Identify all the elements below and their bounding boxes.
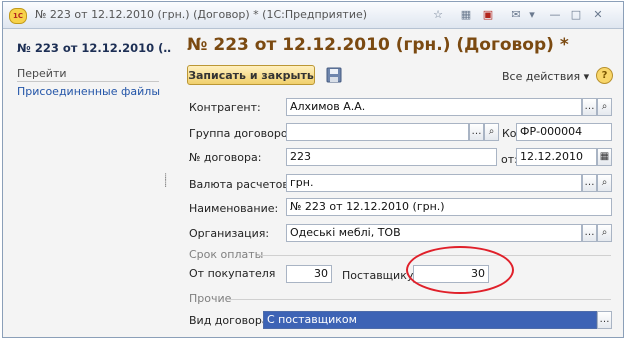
currency-field[interactable]: грн. (286, 174, 582, 192)
payment-term-section-title: Срок оплаты (189, 248, 264, 261)
currency-open-icon[interactable]: ⌕ (597, 174, 612, 192)
from-buyer-label: От покупателя (189, 267, 276, 280)
contract-group-field[interactable] (286, 123, 469, 141)
counterparty-select-icon[interactable]: … (582, 98, 597, 116)
contract-number-label: № договора: (189, 151, 262, 164)
help-icon[interactable]: ? (596, 67, 613, 84)
more-icon[interactable]: ▾ (525, 8, 539, 22)
sidebar-title: № 223 от 12.12.2010 (… (17, 41, 175, 55)
contract-number-field[interactable]: 223 (286, 148, 497, 166)
from-buyer-field[interactable]: 30 (286, 265, 332, 283)
maximize-icon[interactable]: □ (569, 8, 583, 22)
organization-label: Организация: (189, 227, 270, 240)
sidebar-item-attached-files[interactable]: Присоединенные файлы (17, 85, 160, 98)
minimize-icon[interactable]: — (548, 8, 562, 22)
date-field[interactable]: 12.12.2010 (516, 148, 597, 166)
contract-type-select-icon[interactable]: … (597, 311, 612, 329)
sidebar: № 223 от 12.12.2010 (… Перейти Присоедин… (3, 29, 175, 337)
calendar-picker-icon[interactable]: ▦ (597, 148, 612, 166)
calculator-icon[interactable]: ▦ (459, 8, 473, 22)
app-logo-icon: 1С (9, 8, 27, 24)
title-bar: 1С № 223 от 12.12.2010 (грн.) (Договор) … (3, 2, 623, 29)
other-section-title: Прочие (189, 292, 232, 305)
code-field[interactable]: ФР-000004 (516, 123, 612, 141)
currency-label: Валюта расчетов: (189, 178, 293, 191)
page-title: № 223 от 12.12.2010 (грн.) (Договор) * (187, 35, 569, 55)
contract-group-label: Группа договоров: (189, 127, 298, 140)
save-and-close-button[interactable]: Записать и закрыть (187, 65, 315, 85)
counterparty-label: Контрагент: (189, 101, 261, 114)
contract-type-field[interactable]: С поставщиком (263, 311, 597, 329)
counterparty-open-icon[interactable]: ⌕ (597, 98, 612, 116)
currency-select-icon[interactable]: … (582, 174, 597, 192)
highlight-circle-annotation (406, 246, 514, 294)
organization-select-icon[interactable]: … (582, 224, 597, 242)
counterparty-field[interactable]: Алхимов А.А. (286, 98, 582, 116)
divider (17, 81, 159, 82)
favorite-star-icon[interactable]: ☆ (431, 8, 445, 22)
mail-icon[interactable]: ✉ (509, 8, 523, 22)
name-label: Наименование: (189, 202, 279, 215)
window-title: № 223 от 12.12.2010 (грн.) (Договор) * (… (35, 8, 368, 21)
contract-type-label: Вид договора: (189, 314, 273, 327)
all-actions-menu[interactable]: Все действия ▾ (502, 70, 589, 83)
organization-open-icon[interactable]: ⌕ (597, 224, 612, 242)
organization-field[interactable]: Одеські меблі, ТОВ (286, 224, 582, 242)
form-area: № 223 от 12.12.2010 (грн.) (Договор) * З… (171, 29, 623, 337)
contract-group-select-icon[interactable]: … (469, 123, 484, 141)
calendar-icon[interactable]: ▣ (481, 8, 495, 22)
divider (229, 299, 611, 300)
sidebar-section-title: Перейти (17, 67, 67, 80)
splitter-grip-icon[interactable]: ⁞ ⁞ (164, 173, 167, 190)
main-window: 1С № 223 от 12.12.2010 (грн.) (Договор) … (2, 1, 624, 338)
close-icon[interactable]: ✕ (591, 8, 605, 22)
save-disk-icon[interactable] (326, 67, 342, 83)
name-field[interactable]: № 223 от 12.12.2010 (грн.) (286, 198, 612, 216)
contract-group-open-icon[interactable]: ⌕ (484, 123, 499, 141)
